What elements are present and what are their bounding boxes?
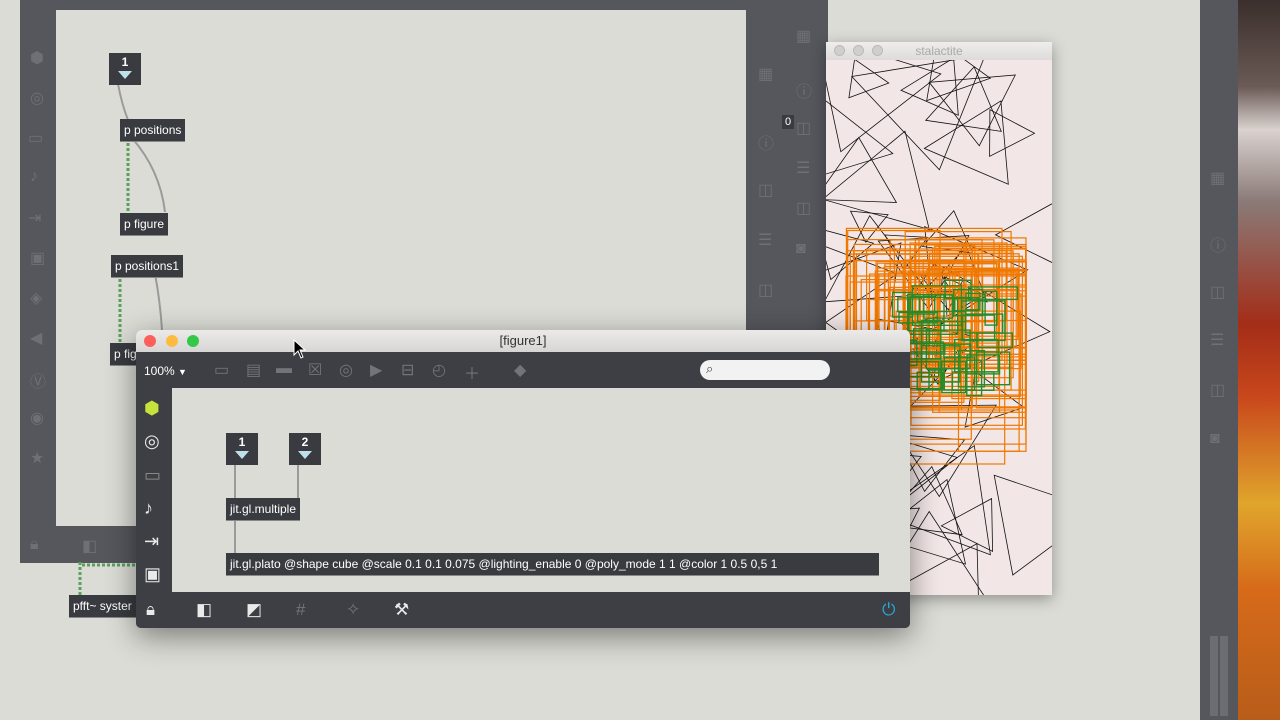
- cube-icon[interactable]: ⬢: [144, 398, 160, 419]
- triangle-shape: [993, 474, 1052, 576]
- keyboard-icon[interactable]: ▭: [144, 465, 161, 486]
- figure1-window[interactable]: [figure1] 100% ▼ ▭ ▤ ▬ ☒ ◎ ▶ ⊟ ◴ ＋ ◆ ⌕ ⬢…: [136, 330, 910, 628]
- number-box-1[interactable]: 1: [226, 433, 258, 465]
- close-box-icon[interactable]: ☒: [308, 360, 322, 380]
- patcher-icon[interactable]: ▭: [214, 360, 229, 380]
- patcher-canvas[interactable]: 1 2 jit.gl.multiple jit.gl.plato @shape …: [172, 388, 910, 592]
- object-p-positions[interactable]: p positions: [120, 119, 186, 141]
- number-box-value: 1: [121, 55, 129, 69]
- panel-icon[interactable]: ◫: [1210, 380, 1225, 400]
- object-pfft[interactable]: pfft~ syster: [69, 595, 137, 617]
- speech-icon[interactable]: ▬: [276, 360, 292, 378]
- stalactite-titlebar[interactable]: stalactite: [826, 42, 1052, 60]
- plus-icon[interactable]: ＋: [464, 360, 480, 384]
- triangle-shape: [940, 497, 994, 552]
- camera-icon[interactable]: ◙: [1210, 430, 1220, 448]
- grid-icon[interactable]: ▦: [1210, 168, 1225, 188]
- number-box-value: 2: [301, 435, 309, 449]
- triangle-shape: [848, 60, 890, 99]
- zoom-menu[interactable]: 100% ▼: [144, 364, 187, 378]
- presentation-icon[interactable]: ◩: [246, 600, 262, 620]
- meter-bar: [1220, 636, 1228, 716]
- info-icon[interactable]: ⓘ: [1210, 232, 1226, 256]
- object-p-figure[interactable]: p figure: [120, 213, 169, 235]
- zoom-value: 100%: [144, 364, 175, 378]
- mouse-cursor: [293, 339, 307, 359]
- bottom-toolbar: 🔒︎ ◧ ◩ # ✧ ⚒ ⏻: [136, 592, 910, 628]
- desktop-wallpaper: [1238, 0, 1280, 720]
- object-p-figure-partial[interactable]: p fig: [110, 343, 138, 365]
- power-icon[interactable]: ⏻: [882, 600, 895, 620]
- grid-icon[interactable]: #: [296, 600, 305, 620]
- target-icon[interactable]: ◎: [339, 360, 353, 380]
- stalactite-title: stalactite: [915, 44, 963, 58]
- number-box[interactable]: 1: [109, 53, 141, 85]
- triangle-shape: [900, 60, 959, 116]
- number-box-2[interactable]: 2: [289, 433, 321, 465]
- triangle-icon: [298, 451, 312, 459]
- panel-icon[interactable]: ◫: [1210, 282, 1225, 302]
- note-icon[interactable]: ♪: [144, 498, 153, 519]
- sequence-icon[interactable]: ⇥: [144, 531, 159, 552]
- object-p-positions1[interactable]: p positions1: [111, 255, 184, 277]
- snap-icon[interactable]: ✧: [346, 600, 360, 620]
- image-icon[interactable]: ▣: [144, 564, 161, 585]
- circle-icon[interactable]: ◎: [144, 431, 160, 452]
- object-jit-gl-plato[interactable]: jit.gl.plato @shape cube @scale 0.1 0.1 …: [226, 553, 879, 575]
- search-input[interactable]: ⌕: [700, 360, 830, 380]
- wrench-icon[interactable]: ⚒: [394, 600, 409, 620]
- triangle-shape: [826, 60, 942, 153]
- lock-icon[interactable]: 🔒︎: [146, 600, 155, 620]
- triangle-icon: [235, 451, 249, 459]
- play-icon[interactable]: ▶: [370, 360, 382, 380]
- paint-icon[interactable]: ◆: [514, 360, 526, 380]
- search-icon: ⌕: [706, 361, 714, 376]
- comment-icon[interactable]: ▤: [246, 360, 261, 380]
- triangle-icon: [118, 71, 132, 79]
- timer-icon[interactable]: ◴: [432, 360, 446, 380]
- figure1-titlebar[interactable]: [figure1]: [136, 330, 910, 352]
- triangle-shape: [989, 109, 1036, 157]
- object-jit-gl-multiple[interactable]: jit.gl.multiple: [226, 498, 301, 520]
- windows-icon[interactable]: ◧: [196, 600, 212, 620]
- triangle-shape: [928, 74, 1016, 147]
- list-icon[interactable]: ☰: [1210, 330, 1224, 350]
- number-box-value: 1: [238, 435, 246, 449]
- meter-bar: [1210, 636, 1218, 716]
- triangle-shape: [826, 130, 930, 231]
- minus-icon[interactable]: ⊟: [401, 360, 414, 380]
- left-toolbar: ⬢ ◎ ▭ ♪ ⇥ ▣: [136, 388, 172, 592]
- patcher-toolbar: 100% ▼ ▭ ▤ ▬ ☒ ◎ ▶ ⊟ ◴ ＋ ◆ ⌕: [136, 352, 910, 388]
- background-patcher-sidebar: ▦ ⓘ ◫ ☰ ◫ ◙: [1200, 0, 1238, 720]
- chevron-down-icon: ▼: [178, 367, 187, 377]
- triangle-shape: [994, 203, 1052, 263]
- window-title: [figure1]: [499, 333, 547, 348]
